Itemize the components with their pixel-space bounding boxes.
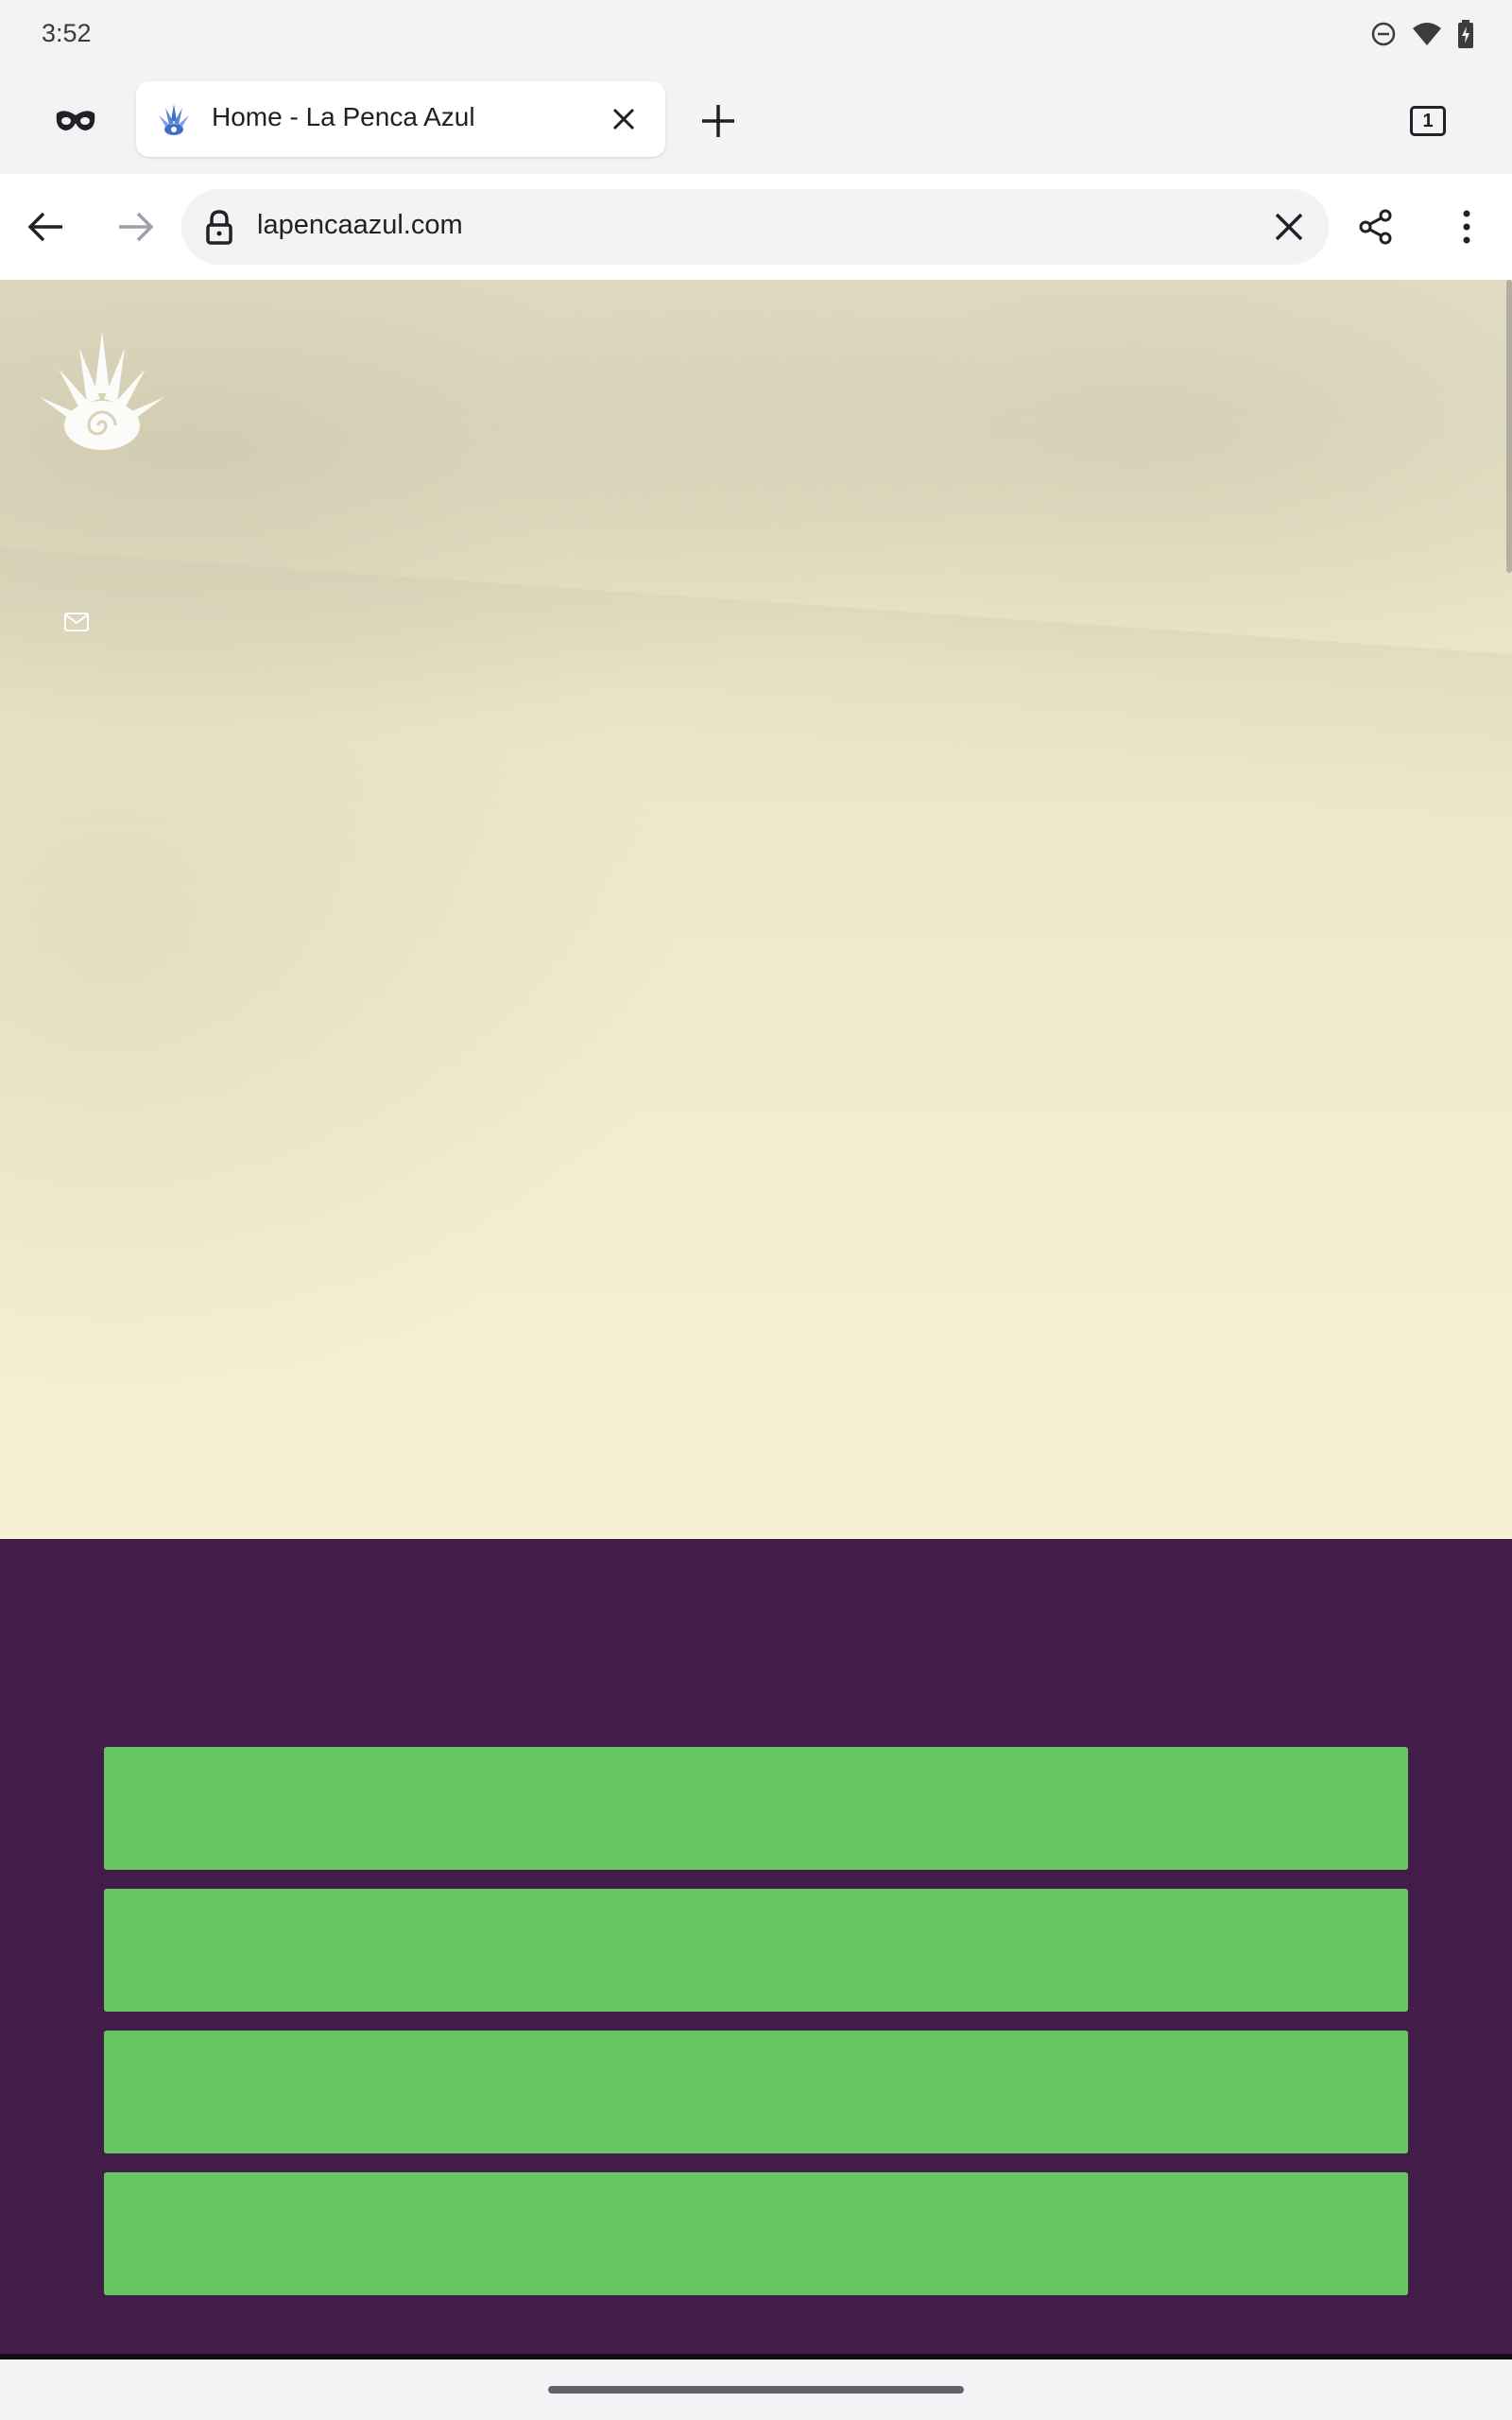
- share-button[interactable]: [1349, 200, 1402, 253]
- wifi-icon: [1413, 23, 1441, 45]
- back-arrow-icon: [27, 212, 62, 242]
- hero-section: [0, 280, 1512, 1539]
- forward-arrow-icon: [119, 212, 154, 242]
- green-button-1[interactable]: [104, 1747, 1408, 1870]
- gesture-navigation-bar: [0, 2360, 1512, 2420]
- lock-icon[interactable]: [200, 208, 238, 246]
- green-button-3[interactable]: [104, 2031, 1408, 2153]
- hero-texture: [0, 548, 1512, 824]
- close-icon: [612, 108, 635, 130]
- omnibox[interactable]: lapencaazul.com: [181, 189, 1329, 265]
- site-logo-agave-icon[interactable]: [34, 327, 170, 459]
- green-button-2[interactable]: [104, 1889, 1408, 2012]
- toolbar: lapencaazul.com: [0, 174, 1512, 280]
- share-icon: [1359, 209, 1392, 245]
- incognito-button[interactable]: [49, 98, 102, 144]
- incognito-mask-icon: [56, 111, 95, 130]
- url-text[interactable]: lapencaazul.com: [257, 210, 463, 241]
- gesture-handle[interactable]: [548, 2386, 964, 2394]
- back-button[interactable]: [19, 200, 72, 253]
- do-not-disturb-icon: [1371, 22, 1396, 46]
- tab-title: Home - La Penca Azul: [212, 102, 475, 131]
- tab-count: 1: [1410, 106, 1446, 136]
- clear-icon: [1275, 213, 1303, 241]
- la-penca-azul-favicon: [159, 104, 189, 135]
- clear-url-button[interactable]: [1268, 206, 1310, 248]
- status-time: 3:52: [42, 19, 92, 47]
- tab-close-button[interactable]: [607, 102, 641, 136]
- status-icons: [1370, 19, 1474, 49]
- tab-strip: Home - La Penca Azul 1: [0, 68, 1512, 174]
- tab-switcher-button[interactable]: 1: [1404, 102, 1452, 140]
- tab-home-la-penca-azul[interactable]: Home - La Penca Azul: [136, 81, 665, 157]
- more-vert-icon: [1463, 210, 1470, 244]
- purple-section: [0, 1539, 1512, 2354]
- status-bar: 3:52: [0, 0, 1512, 68]
- more-options-button[interactable]: [1440, 200, 1493, 253]
- page-scrollbar[interactable]: [1506, 280, 1512, 573]
- plus-icon: [702, 105, 734, 137]
- green-button-4[interactable]: [104, 2172, 1408, 2295]
- mail-icon[interactable]: [64, 613, 89, 631]
- new-tab-button[interactable]: [696, 98, 741, 144]
- battery-charging-icon: [1458, 20, 1473, 48]
- forward-button[interactable]: [110, 200, 163, 253]
